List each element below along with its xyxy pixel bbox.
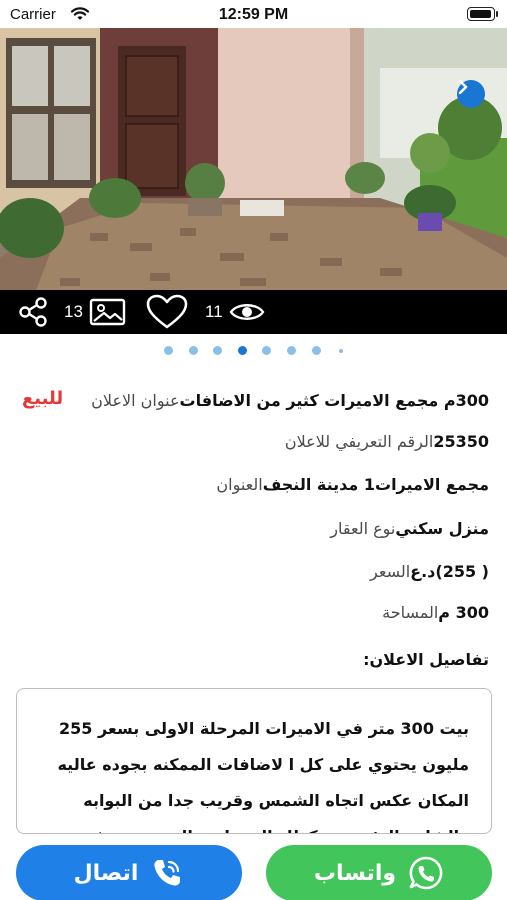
heart-icon: [146, 294, 188, 329]
property-type-label: نوع العقار: [330, 518, 396, 538]
area-label: المساحة: [382, 602, 439, 622]
share-icon: [19, 297, 47, 327]
whatsapp-label: واتساب: [313, 860, 397, 886]
carousel-dot[interactable]: [338, 348, 343, 353]
address-label: العنوان: [216, 474, 263, 494]
battery-icon: [467, 7, 498, 21]
description-text: بيت 300 متر في الاميرات المرحلة الاولى ب…: [57, 719, 469, 833]
area-value: 300 م: [438, 602, 489, 622]
clock: 12:59 PM: [218, 6, 289, 23]
chevron-right-icon: [458, 80, 468, 94]
price-row: السعر ( 255)د.ع: [358, 557, 489, 585]
title-label: عنوان الاعلان: [91, 390, 180, 410]
views-count-value: 11: [205, 302, 223, 321]
id-value: 25350: [433, 431, 489, 451]
price-label: السعر: [370, 561, 411, 581]
carousel-dot[interactable]: [262, 346, 272, 355]
listing-id-row: الرقم التعريفي للاعلان 25350: [277, 427, 489, 455]
carousel-dot[interactable]: [311, 346, 321, 355]
call-button[interactable]: اتصال: [16, 845, 242, 900]
gallery-icon: [89, 298, 126, 326]
photos-count[interactable]: 13: [64, 290, 127, 334]
whatsapp-icon: [408, 855, 444, 891]
description-box[interactable]: بيت 300 متر في الاميرات المرحلة الاولى ب…: [16, 688, 492, 834]
photo-stats-bar: 13 11: [0, 290, 507, 334]
house-photo-illustration: [0, 28, 507, 306]
carousel-dot[interactable]: [213, 346, 223, 355]
details-title: تفاصيل الاعلان:: [363, 650, 489, 669]
call-label: اتصال: [73, 860, 139, 886]
share-button[interactable]: [16, 290, 50, 334]
price-value: ( 255)د.ع: [410, 561, 489, 581]
eye-icon: [229, 304, 265, 320]
phone-icon: [150, 856, 184, 890]
carousel-dot[interactable]: [164, 346, 173, 355]
carousel-dot[interactable]: [188, 346, 198, 355]
carousel-dot-active[interactable]: [237, 346, 247, 355]
status-bar: Carrier 12:59 PM: [0, 0, 507, 28]
area-row: المساحة 300 م: [374, 598, 489, 626]
whatsapp-button[interactable]: واتساب: [266, 845, 492, 900]
id-label: الرقم التعريفي للاعلان: [284, 431, 434, 451]
photos-count-value: 13: [64, 302, 83, 321]
address-value: مجمع الاميرات1 مدينة النجف: [262, 474, 489, 494]
carousel-dots[interactable]: [0, 346, 507, 356]
next-photo-button[interactable]: [457, 80, 485, 108]
property-type-value: منزل سكني: [395, 518, 489, 538]
listing-title-row: عنوان الاعلان 300م مجمع الاميرات كثير من…: [83, 386, 489, 414]
favorite-button[interactable]: [146, 290, 188, 334]
carousel-dot[interactable]: [287, 346, 296, 355]
views-count: 11: [205, 290, 265, 334]
title-value: 300م مجمع الاميرات كثير من الاضافات: [179, 390, 489, 410]
sale-badge: للبيع: [22, 388, 64, 409]
property-type-row: نوع العقار منزل سكني: [322, 514, 489, 542]
address-row: العنوان مجمع الاميرات1 مدينة النجف: [198, 470, 489, 498]
listing-photo[interactable]: [0, 28, 507, 306]
